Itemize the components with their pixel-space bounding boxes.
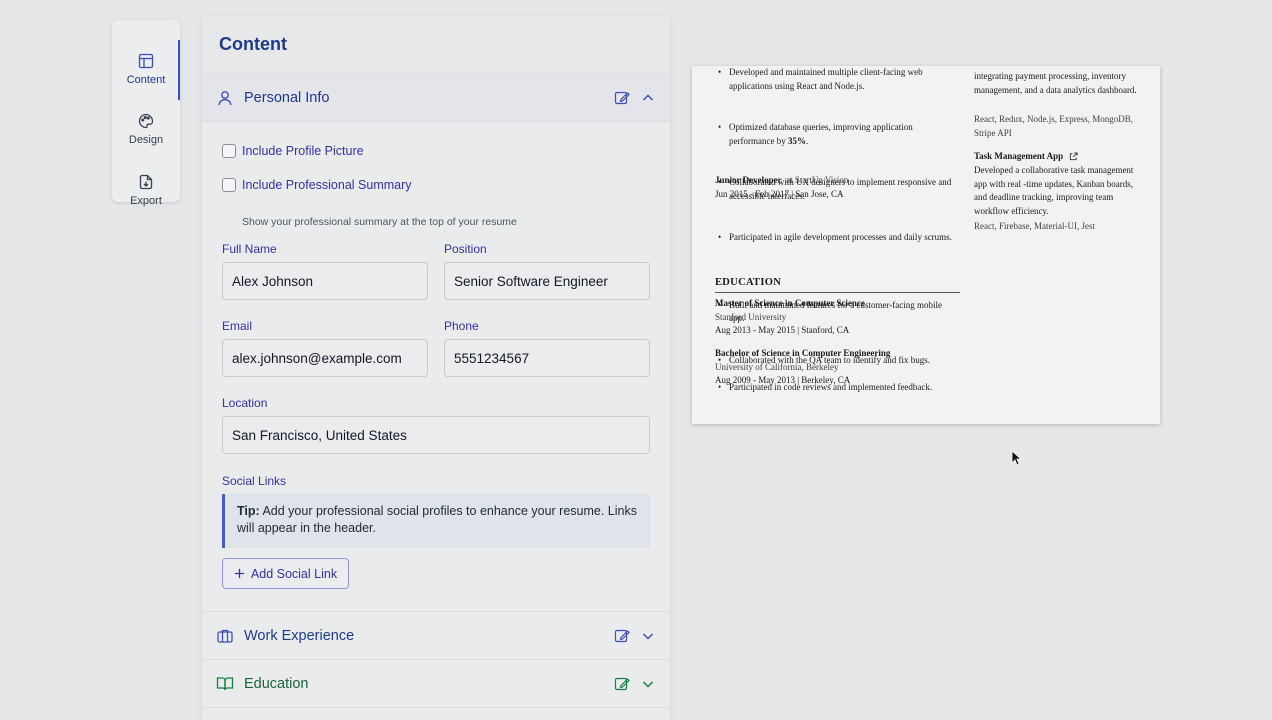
summary-hint: Show your professional summary at the to… — [242, 216, 517, 228]
chevron-down-icon[interactable] — [640, 676, 656, 692]
user-icon — [218, 90, 232, 105]
proj2-tech: React, Firebase, Material-UI, Jest — [974, 221, 1095, 231]
job1-bullet-2-text: Optimized database queries, improving ap… — [729, 122, 913, 146]
edu1-school: Stanford University — [715, 312, 787, 322]
include-picture-label[interactable]: Include Profile Picture — [242, 144, 364, 158]
nav-content-label: Content — [126, 73, 166, 86]
job2-company: at StartUp Vision — [786, 175, 849, 185]
edu1-dates: Aug 2013 - May 2015 | Stanford, CA — [715, 325, 850, 335]
nav-design[interactable]: Design — [112, 100, 180, 158]
job1-bullet-1: Developed and maintained multiple client… — [715, 66, 943, 93]
nav-content[interactable]: Content — [112, 40, 180, 100]
personal-info-header[interactable]: Personal Info — [202, 74, 670, 122]
edit-icon[interactable] — [614, 676, 630, 692]
nav-export-label: Export — [130, 194, 162, 207]
palette-icon — [138, 113, 154, 128]
plus-icon — [234, 568, 244, 579]
nav-export[interactable]: Export — [112, 161, 180, 219]
file-download-icon — [139, 174, 153, 189]
full-name-label: Full Name — [222, 242, 277, 256]
include-picture-row[interactable]: Include Profile Picture — [222, 144, 364, 158]
mouse-cursor-icon — [1011, 450, 1023, 466]
edu2-dates: Aug 2009 - May 2013 | Berkeley, CA — [715, 375, 851, 385]
chevron-up-icon[interactable] — [640, 90, 656, 106]
edit-icon[interactable] — [614, 628, 630, 644]
proj2-description: Developed a collaborative task managemen… — [974, 165, 1134, 216]
edu2-school: University of California, Berkeley — [715, 362, 839, 372]
include-summary-label[interactable]: Include Professional Summary — [242, 178, 412, 192]
job2-dates: Jun 2015 - Feb 2017 | San Jose, CA — [715, 189, 844, 199]
personal-info-body: Include Profile Picture Include Professi… — [202, 122, 670, 612]
position-input[interactable]: Senior Software Engineer — [444, 262, 650, 300]
include-picture-checkbox[interactable] — [222, 144, 236, 158]
panel-header: Content — [202, 16, 670, 74]
education-heading: EDUCATION — [715, 277, 782, 288]
location-label: Location — [222, 396, 268, 410]
briefcase-icon — [217, 629, 233, 643]
edit-icon[interactable] — [614, 90, 630, 106]
proj1-description: integrating payment processing, inventor… — [974, 71, 1137, 95]
chevron-down-icon[interactable] — [640, 628, 656, 644]
resume-preview: Developed and maintained multiple client… — [692, 66, 1160, 424]
phone-label: Phone — [444, 319, 479, 333]
work-experience-title: Work Experience — [244, 627, 355, 644]
edu2-degree: Bachelor of Science in Computer Engineer… — [715, 348, 891, 358]
social-links-label: Social Links — [222, 474, 287, 488]
position-label: Position — [444, 242, 487, 256]
edu1-degree: Master of Science in Computer Science — [715, 298, 865, 308]
tip-bold: Tip: — [237, 504, 260, 518]
book-icon — [216, 676, 234, 690]
job1-bullet-2: Optimized database queries, improving ap… — [715, 121, 943, 148]
email-input[interactable]: alex.johnson@example.com — [222, 339, 428, 377]
job1-percent: 35% — [787, 135, 806, 146]
phone-input[interactable]: 5551234567 — [444, 339, 650, 377]
education-header[interactable]: Education — [202, 660, 670, 708]
panel-title: Content — [219, 34, 287, 54]
job2-title-line: Junior Developer at StartUp Vision — [715, 174, 848, 188]
education-divider — [715, 292, 960, 293]
nav-design-label: Design — [128, 133, 164, 146]
full-name-input[interactable]: Alex Johnson — [222, 262, 428, 300]
editor-nav-rail: Content Design Export — [112, 20, 180, 207]
location-input[interactable]: San Francisco, United States — [222, 416, 650, 454]
job1-bullet-2-end: . — [805, 135, 809, 146]
work-experience-header[interactable]: Work Experience — [202, 612, 670, 660]
job2-title: Junior Developer — [715, 175, 782, 185]
include-summary-row[interactable]: Include Professional Summary — [222, 178, 412, 192]
proj2-title-line: Task Management App — [974, 150, 1078, 164]
education-title: Education — [244, 675, 309, 692]
tip-text: Add your professional social profiles to… — [237, 504, 637, 535]
personal-info-title: Personal Info — [244, 89, 330, 106]
job1-bullet-4: Participated in agile development proces… — [715, 231, 960, 245]
social-links-tip: Tip: Add your professional social profil… — [222, 494, 650, 548]
include-summary-checkbox[interactable] — [222, 178, 236, 192]
email-label: Email — [222, 319, 253, 333]
proj1-tech: React, Redux, Node.js, Express, MongoDB,… — [974, 114, 1133, 138]
add-social-link-button[interactable]: Add Social Link — [222, 558, 349, 589]
proj2-title: Task Management App — [974, 151, 1064, 161]
layout-icon — [138, 53, 154, 68]
external-link-icon[interactable] — [1069, 152, 1078, 161]
content-panel: Content Personal Info Include Profile Pi… — [202, 16, 670, 720]
add-social-link-label: Add Social Link — [250, 566, 338, 581]
